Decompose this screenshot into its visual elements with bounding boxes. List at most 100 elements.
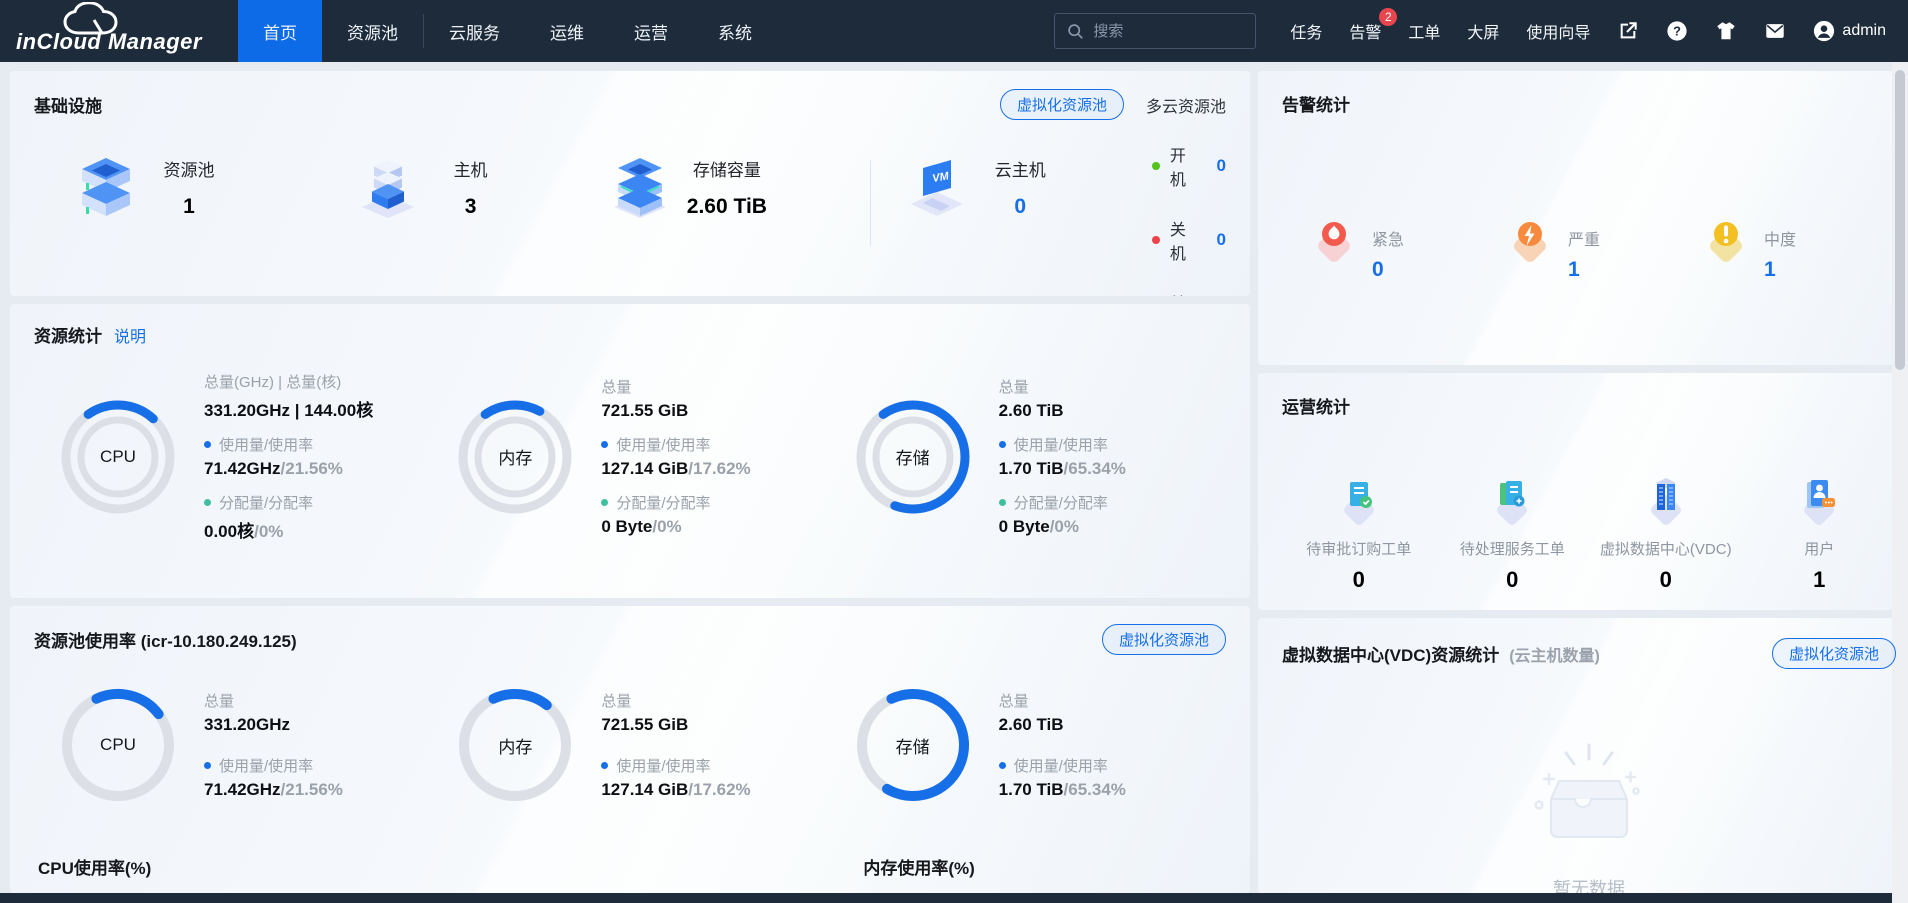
avatar-icon — [1813, 20, 1835, 42]
metric-rate: /65.34% — [1064, 780, 1126, 799]
user-menu[interactable]: admin — [1813, 20, 1886, 42]
memory-gauge-group: 内存 总量 721.55 GiB 使用量/使用率 127.14 GiB/17.6… — [431, 685, 828, 805]
total-metric: 总量(GHz) | 总量(核) 331.20GHz | 144.00核 — [204, 371, 373, 421]
ops-order-tickets: 待审批订购工单 0 — [1282, 474, 1436, 593]
metric-value: 721.55 GiB — [601, 401, 750, 421]
menu-item-resource-pool[interactable]: 资源池 — [322, 0, 423, 62]
vdc-stats-title: 虚拟数据中心(VDC)资源统计 — [1282, 641, 1499, 666]
ops-label: 待审批订购工单 — [1306, 538, 1411, 559]
storage-donut-gauge: 存储 — [853, 685, 973, 805]
ops-value: 0 — [1506, 567, 1518, 593]
metric-value: 1.70 TiB — [999, 780, 1064, 799]
memory-donut-gauge: 内存 — [455, 685, 575, 805]
usage-dot-icon — [204, 441, 211, 448]
alarm-value: 1 — [1568, 258, 1600, 282]
vdc-stats-card: 虚拟数据中心(VDC)资源统计 (云主机数量) 虚拟化资源池 — [1258, 618, 1908, 893]
alarm-label: 中度 — [1764, 226, 1796, 250]
usage-metric: 使用量/使用率 127.14 GiB/17.62% — [601, 755, 750, 800]
menu-item-ops[interactable]: 运维 — [525, 0, 609, 62]
metric-rate: /0% — [652, 517, 681, 536]
shirt-icon[interactable] — [1715, 20, 1737, 42]
metric-label: 使用量/使用率 — [616, 755, 710, 776]
alloc-metric: 分配量/分配率 0 Byte/0% — [999, 492, 1126, 537]
global-search[interactable] — [1054, 13, 1256, 49]
scrollbar-thumb[interactable] — [1895, 70, 1905, 370]
ops-service-tickets: 待处理服务工单 0 — [1436, 474, 1590, 593]
stat-label: 存储容量 — [693, 156, 761, 181]
svg-text:?: ? — [1674, 24, 1682, 39]
gauge-label: 内存 — [455, 397, 575, 517]
order-ticket-icon — [1333, 474, 1385, 526]
usage-metric: 使用量/使用率 71.42GHz/21.56% — [204, 755, 343, 800]
big-screen-link[interactable]: 大屏 — [1467, 19, 1499, 43]
menu-item-home[interactable]: 首页 — [238, 0, 322, 62]
vm-state-stopped: 关机 0 — [1152, 216, 1226, 264]
help-link[interactable]: 说明 — [114, 323, 146, 347]
alarm-severe: 严重 1 — [1504, 212, 1700, 282]
metric-label: 总量(GHz) | 总量(核) — [204, 371, 341, 392]
stat-value: 0 — [1014, 195, 1026, 219]
search-input[interactable] — [1093, 23, 1233, 40]
usage-dot-icon — [601, 762, 608, 769]
metric-label: 总量 — [601, 690, 631, 711]
ops-value: 0 — [1353, 567, 1365, 593]
metric-value: 71.42GHz — [204, 780, 281, 799]
alarm-label: 紧急 — [1372, 226, 1404, 250]
metric-label: 使用量/使用率 — [1014, 434, 1108, 455]
mail-icon[interactable] — [1764, 20, 1786, 42]
metric-rate: /65.34% — [1064, 459, 1126, 478]
host-icon — [356, 156, 420, 220]
tab-multicloud-pool[interactable]: 多云资源池 — [1146, 93, 1226, 117]
metric-rate: /21.56% — [281, 459, 343, 478]
menu-item-cloud-services[interactable]: 云服务 — [424, 0, 525, 62]
search-icon — [1067, 23, 1084, 40]
metric-value: 0 Byte — [999, 517, 1050, 536]
app-logo[interactable]: inCloud Manager — [0, 0, 238, 62]
storage-donut-gauge: 存储 — [853, 397, 973, 517]
metric-label: 总量 — [999, 376, 1029, 397]
usage-dot-icon — [999, 762, 1006, 769]
stats-divider — [870, 160, 871, 246]
empty-inbox-icon — [1514, 735, 1664, 865]
ops-users: 用户 1 — [1743, 474, 1897, 593]
tickets-link[interactable]: 工单 — [1408, 19, 1440, 43]
gauge-label: CPU — [58, 397, 178, 517]
metric-label: 使用量/使用率 — [1014, 755, 1108, 776]
guide-link[interactable]: 使用向导 — [1526, 19, 1590, 43]
metric-value: 71.42GHz — [204, 459, 281, 478]
gauge-label: 内存 — [455, 685, 575, 805]
stat-value: 1 — [183, 195, 195, 219]
pool-usage-card: 资源池使用率 (icr-10.180.249.125) 虚拟化资源池 CPU — [10, 606, 1250, 893]
ops-vdc: 虚拟数据中心(VDC) 0 — [1589, 474, 1743, 593]
metric-label: 分配量/分配率 — [616, 492, 710, 513]
tab-virtualization-pool[interactable]: 虚拟化资源池 — [1000, 89, 1124, 120]
usage-dot-icon — [999, 441, 1006, 448]
menu-item-system[interactable]: 系统 — [693, 0, 777, 62]
external-link-icon[interactable] — [1617, 20, 1639, 42]
memory-donut-gauge: 内存 — [455, 397, 575, 517]
usage-metric: 使用量/使用率 127.14 GiB/17.62% — [601, 434, 750, 479]
metric-rate: /0% — [254, 522, 283, 541]
total-metric: 总量 721.55 GiB — [601, 690, 750, 735]
alarms-link[interactable]: 告警2 — [1349, 19, 1381, 43]
total-metric: 总量 2.60 TiB — [999, 376, 1126, 421]
vm-state-value: 0 — [1217, 230, 1226, 250]
usage-metric: 使用量/使用率 1.70 TiB/65.34% — [999, 434, 1126, 479]
help-icon[interactable]: ? — [1666, 20, 1688, 42]
alarm-count-badge: 2 — [1379, 8, 1397, 26]
tab-virtualization-pool[interactable]: 虚拟化资源池 — [1102, 624, 1226, 655]
metric-value: 721.55 GiB — [601, 715, 750, 735]
tasks-link[interactable]: 任务 — [1290, 19, 1322, 43]
user-icon — [1793, 474, 1845, 526]
tab-virtualization-pool[interactable]: 虚拟化资源池 — [1772, 638, 1896, 669]
stat-label: 主机 — [454, 156, 488, 181]
vm-state-value: 0 — [1217, 156, 1226, 176]
alarm-critical: 紧急 0 — [1308, 212, 1504, 282]
vm-state-label: 关机 — [1170, 216, 1201, 264]
metric-label: 分配量/分配率 — [219, 492, 313, 513]
severe-alarm-icon — [1504, 212, 1556, 264]
metric-rate: /17.62% — [688, 459, 750, 478]
alarm-value: 1 — [1764, 258, 1796, 282]
menu-item-operation[interactable]: 运营 — [609, 0, 693, 62]
metric-value: 2.60 TiB — [999, 715, 1126, 735]
